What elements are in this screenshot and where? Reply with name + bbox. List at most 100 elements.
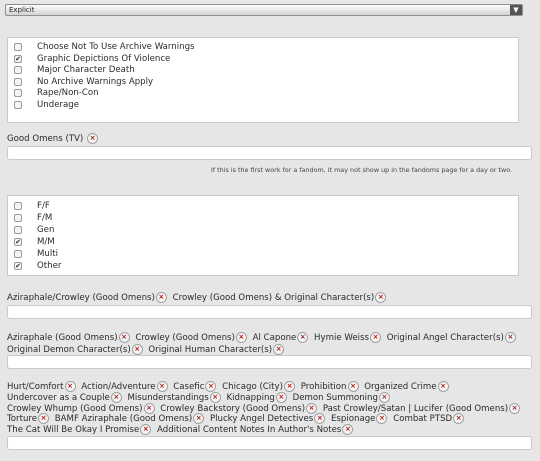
remove-tag-icon[interactable]: × (209, 391, 221, 403)
tag: Aziraphale/Crowley (Good Omens) × (7, 292, 170, 303)
remove-tag-icon[interactable]: × (38, 413, 50, 425)
tag-label: Crowley Backstory (Good Omens) (160, 403, 306, 414)
category-checkbox[interactable] (14, 237, 22, 246)
tag-label: BAMF Aziraphale (Good Omens) (54, 414, 193, 425)
tag-label: Demon Summoning (292, 392, 378, 403)
remove-tag-icon[interactable]: × (87, 133, 99, 144)
category-checkbox[interactable] (14, 202, 22, 210)
warning-checkbox[interactable] (14, 43, 22, 51)
tag-label: Aziraphale/Crowley (Good Omens) (7, 293, 155, 303)
category-label: Other (37, 260, 62, 271)
remove-tag-icon[interactable]: × (306, 402, 318, 414)
fandom-input[interactable] (7, 146, 532, 160)
tag: The Cat Will Be Okay I Promise × (7, 424, 154, 436)
remove-tag-icon[interactable]: × (110, 391, 122, 403)
remove-tag-icon[interactable]: × (378, 391, 390, 403)
remove-tag-icon[interactable]: × (437, 381, 449, 392)
remove-tag-icon[interactable]: × (375, 292, 387, 303)
remove-tag-icon[interactable]: × (205, 381, 217, 392)
tag-label: The Cat Will Be Okay I Promise (7, 425, 140, 436)
tag: Misunderstandings × (127, 391, 224, 403)
tag-label: Original Angel Character(s) (386, 333, 504, 343)
remove-tag-icon[interactable]: × (140, 424, 152, 436)
tag-label: Aziraphale (Good Omens) (7, 333, 118, 343)
tag-label: Plucky Angel Detectives (209, 414, 314, 425)
warning-checkbox[interactable] (14, 54, 22, 63)
remove-tag-icon[interactable]: × (273, 343, 285, 355)
remove-tag-icon[interactable]: × (193, 413, 205, 425)
tag-label: Al Capone (252, 333, 297, 343)
tag: BAMF Aziraphale (Good Omens) × (54, 413, 207, 425)
category-checkbox[interactable] (14, 225, 22, 234)
remove-tag-icon[interactable]: × (275, 391, 287, 403)
remove-tag-icon[interactable]: × (155, 292, 167, 303)
remove-tag-icon[interactable]: × (235, 332, 247, 343)
remove-tag-icon[interactable]: × (453, 413, 465, 425)
warning-checkbox[interactable] (14, 66, 22, 75)
rating-select[interactable]: Explicit ▼ (5, 4, 523, 16)
tag: Past Crowley/Satan | Lucifer (Good Omens… (322, 402, 523, 414)
remove-tag-icon[interactable]: × (342, 424, 354, 436)
tag-label: Combat PTSD (393, 414, 453, 425)
remove-tag-icon[interactable]: × (314, 413, 326, 425)
category-checkbox[interactable] (14, 261, 22, 270)
warning-label: Choose Not To Use Archive Warnings (37, 42, 195, 52)
tag: Chicago (City) × (222, 381, 298, 392)
remove-tag-icon[interactable]: × (64, 381, 76, 392)
warning-label: Graphic Depictions Of Violence (37, 53, 171, 64)
tag: Original Human Character(s) × (148, 343, 287, 355)
categories-box (7, 195, 519, 276)
warning-checkbox[interactable] (14, 89, 22, 98)
tag-label: Torture (7, 414, 38, 425)
relationships-input[interactable] (7, 305, 532, 319)
tag-label: Chicago (City) (222, 382, 283, 392)
characters-input[interactable] (7, 355, 532, 369)
remove-tag-icon[interactable]: × (118, 332, 130, 343)
warning-checkbox[interactable] (14, 77, 22, 86)
warning-checkbox[interactable] (14, 101, 22, 109)
tag-label: Crowley Whump (Good Omens) (7, 403, 143, 414)
tag: Plucky Angel Detectives × (209, 413, 328, 425)
tag-label: Action/Adventure (81, 382, 156, 392)
tag-label: Original Human Character(s) (148, 344, 273, 355)
remove-tag-icon[interactable]: × (376, 413, 388, 425)
category-checkbox[interactable] (14, 249, 22, 258)
category-label: Gen (37, 224, 55, 235)
remove-tag-icon[interactable]: × (347, 381, 359, 392)
remove-tag-icon[interactable]: × (131, 343, 143, 355)
category-label: F/F (37, 201, 50, 211)
tag: Espionage × (330, 413, 390, 425)
chevron-down-icon[interactable]: ▼ (510, 5, 522, 15)
warning-label: Major Character Death (37, 65, 135, 76)
tag: Combat PTSD × (393, 413, 467, 425)
tag: Crowley (Good Omens) & Original Characte… (173, 292, 390, 303)
tag-label: Undercover as a Couple (7, 392, 110, 403)
category-label: F/M (37, 212, 53, 223)
tag-label: Original Demon Character(s) (7, 344, 131, 355)
tag-label: Organized Crime (364, 382, 437, 392)
remove-tag-icon[interactable]: × (504, 332, 516, 343)
tag-line: Aziraphale/Crowley (Good Omens) × Crowley… (7, 292, 389, 304)
tag: Undercover as a Couple × (7, 391, 125, 403)
remove-tag-icon[interactable]: × (297, 332, 309, 343)
remove-tag-icon[interactable]: × (370, 332, 381, 343)
tag: Demon Summoning × (292, 391, 393, 403)
remove-tag-icon[interactable]: × (143, 402, 155, 414)
additional-tags-input[interactable] (7, 436, 532, 450)
remove-tag-icon[interactable]: × (284, 381, 295, 392)
tag-label: Past Crowley/Satan | Lucifer (Good Omens… (322, 403, 509, 414)
fandom-note: If this is the first work for a fandom, … (211, 166, 513, 174)
tag-line: Aziraphale (Good Omens) × Crowley (Good O… (7, 332, 519, 344)
tag: Action/Adventure × (81, 381, 170, 392)
tag: Original Demon Character(s) × (7, 343, 146, 355)
remove-tag-icon[interactable]: × (156, 381, 168, 392)
tag: Casefic × (173, 381, 219, 392)
tag-label: Casefic (173, 382, 205, 392)
tag-label: Misunderstandings (127, 392, 209, 403)
tag: Kidnapping × (226, 391, 289, 403)
tag: Torture × (7, 413, 52, 425)
category-checkbox[interactable] (14, 213, 22, 222)
tag: Hymie Weiss × (314, 332, 384, 343)
remove-tag-icon[interactable]: × (509, 402, 521, 414)
tag-label: Espionage (330, 414, 376, 425)
